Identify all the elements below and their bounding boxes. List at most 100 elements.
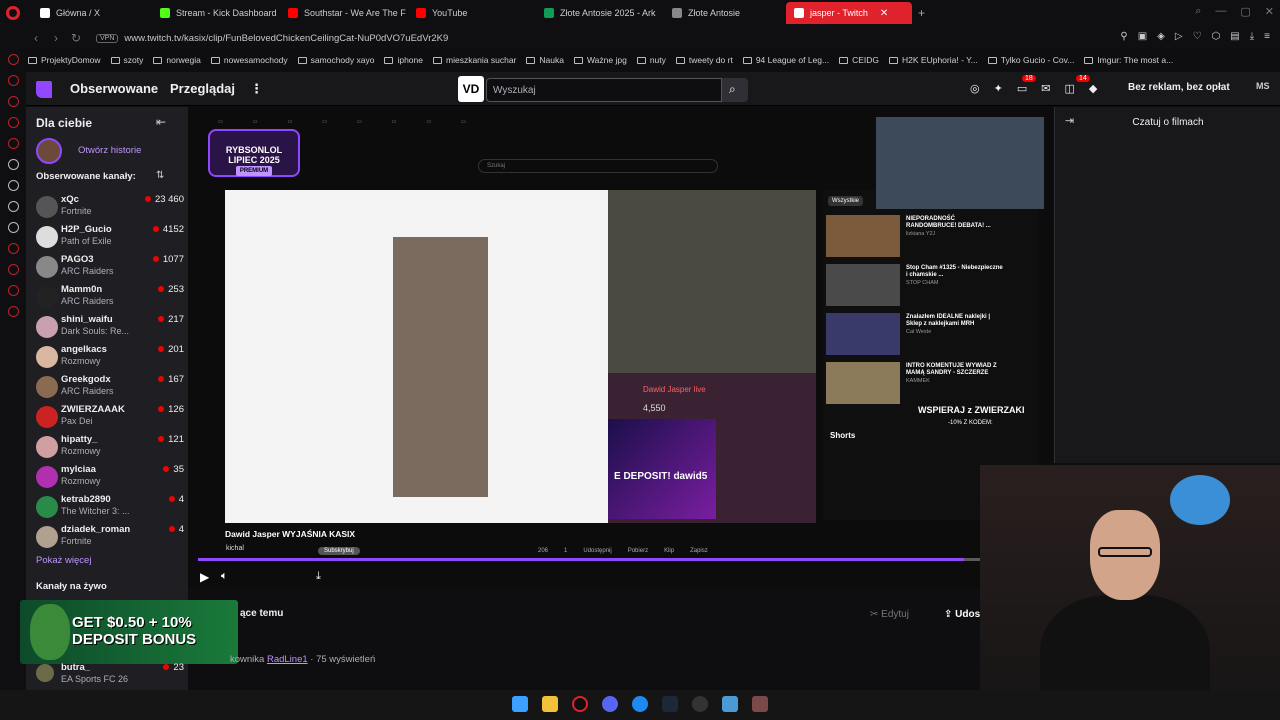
bookmark-item[interactable]: H2K EUphoria! - Y... [889,55,978,65]
twitch-sidebar-icon[interactable] [7,159,19,170]
menu-icon[interactable]: ≡ [1264,31,1270,42]
music-icon[interactable] [7,138,19,149]
profile-avatar[interactable]: MS [1256,81,1270,91]
x-sidebar-icon[interactable] [7,222,19,233]
clock-icon[interactable] [7,285,19,296]
new-tab-icon[interactable]: + [918,6,925,20]
obs-icon[interactable] [692,696,708,712]
vpn-badge[interactable]: VPN [96,33,119,43]
opera-logo-icon[interactable] [6,6,20,20]
bookmark-item[interactable]: Nauka [526,55,564,65]
whisper-icon[interactable]: ◎ [970,82,980,95]
bookmark-item[interactable]: tweety do rt [675,55,733,65]
inbox-icon[interactable]: ▭ [1017,82,1027,95]
bookmark-item[interactable]: mieszkania suchar [433,55,516,65]
discord-icon[interactable] [7,201,19,212]
ad-free-button[interactable]: Bez reklam, bez opłat [1128,82,1230,93]
bookmark-item[interactable]: norwegia [153,55,201,65]
close-window-icon[interactable]: ✕ [1265,5,1274,18]
tab-zlote-antosie-2025[interactable]: Złote Antosie 2025 - Ark [536,2,664,24]
collapse-icon[interactable]: ⇤ [156,115,166,129]
notepad-icon[interactable] [722,696,738,712]
bookmark-item[interactable]: ProjektyDomow [28,55,101,65]
history-icon[interactable] [7,243,19,254]
prime-icon[interactable]: ✦ [994,82,1003,95]
sidebar-channel-item[interactable]: dziadek_roman Fortnite 4 [34,523,184,551]
bookmark-item[interactable]: Tylko Gucio - Cov... [987,55,1074,65]
more-menu-icon[interactable]: ⋮ [250,81,263,97]
bookmark-item[interactable]: 94 League of Leg... [742,55,829,65]
search-input[interactable]: Wyszukaj [486,78,722,102]
sidebar-channel-item[interactable]: PAGO3 ARC Raiders 1077 [34,253,184,281]
tab-zlote-antosie[interactable]: Złote Antosie [664,2,786,24]
youtube-sidebar-icon[interactable] [7,117,19,128]
notifications-icon[interactable]: ◫ [1064,82,1074,95]
live-channel-item[interactable]: butra_ EA Sports FC 26 23 [34,660,186,688]
bookmark-item[interactable]: samochody xayo [297,55,374,65]
browse-link[interactable]: Przeglądaj [170,81,235,96]
reload-icon[interactable]: ↻ [66,31,86,45]
story-avatar[interactable] [36,138,62,164]
following-link[interactable]: Obserwowane [70,81,158,96]
bits-icon[interactable]: ◆ [1089,82,1097,95]
aria-icon[interactable] [7,75,19,86]
share-button[interactable]: ⇪ Udos [944,609,980,620]
sidebar-channel-item[interactable]: shini_waifu Dark Souls: Re... 217 [34,313,184,341]
back-icon[interactable]: ‹ [26,31,46,45]
settings-icon[interactable] [7,306,19,317]
search-button[interactable]: ⌕ [722,78,748,102]
minimize-icon[interactable]: — [1215,5,1226,18]
vpn-icon[interactable]: ◈ [1157,31,1165,42]
bookmark-item[interactable]: Ważne jpg [573,55,627,65]
discord-taskbar-icon[interactable] [602,696,618,712]
steam-icon[interactable] [662,696,678,712]
windows-start-icon[interactable] [512,696,528,712]
play-icon[interactable]: ▶ [200,570,209,584]
messenger-icon[interactable] [7,54,19,65]
tab-x[interactable]: Główna / X [32,2,152,24]
sidebar-channel-item[interactable]: hipatty_ Rozmowy 121 [34,433,184,461]
sidebar-channel-item[interactable]: ZWIERZAAAK Pax Dei 126 [34,403,184,431]
edit-button[interactable]: ✂ Edytuj [870,609,909,620]
show-more-link[interactable]: Pokaż więcej [36,555,91,566]
play-icon[interactable]: ▷ [1175,31,1183,42]
extensions-icon[interactable]: ⬡ [1212,31,1221,42]
video-player[interactable]: ▭ ▭ ▭ ▭ ▭ ▭ ▭ ▭ RYBSONLOL LIPIEC 2025 PREMIUM S… [188,107,1054,589]
bookmark-item[interactable]: iphone [384,55,423,65]
bookmark-item[interactable]: nowesamochody [210,55,288,65]
sidebar-channel-item[interactable]: H2P_Gucio Path of Exile 4152 [34,223,184,251]
bookmark-item[interactable]: nuty [636,55,666,65]
app-icon[interactable] [752,696,768,712]
tab-kick-dashboard[interactable]: Stream - Kick Dashboard [152,2,280,24]
file-explorer-icon[interactable] [542,696,558,712]
clip-progress-bar[interactable] [198,558,980,561]
sidebar-channel-item[interactable]: angelkacs Rozmowy 201 [34,343,184,371]
workspace-icon[interactable] [7,96,19,107]
sidebar-channel-item[interactable]: Greekgodx ARC Raiders 167 [34,373,184,401]
tab-youtube[interactable]: YouTube [408,2,536,24]
tab-jasper-twitch[interactable]: jasper - Twitch ✕ [786,2,912,24]
opera-taskbar-icon[interactable] [572,696,588,712]
clipper-link[interactable]: RadLine1 [267,654,308,665]
bookmark-item[interactable]: CEIDG [839,55,879,65]
wallet-icon[interactable]: ▤ [1230,31,1239,42]
sidebar-channel-item[interactable]: Mamm0n ARC Raiders 253 [34,283,184,311]
download-icon[interactable]: ⤓ [1250,31,1254,42]
sidebar-channel-item[interactable]: ketrab2890 The Witcher 3: ... 4 [34,493,184,521]
volume-icon[interactable]: 🔈︎ [221,570,228,583]
extension-logo[interactable]: VD [458,76,484,102]
mail-icon[interactable]: ✉ [1041,82,1050,95]
bookmarks-icon[interactable] [7,264,19,275]
sort-icon[interactable]: ⇅ [156,170,164,181]
close-icon[interactable]: ✕ [880,8,888,19]
heart-icon[interactable]: ♡ [1193,31,1202,42]
twitch-logo-icon[interactable] [36,81,52,98]
spotify-icon[interactable] [7,180,19,191]
url-field[interactable]: www.twitch.tv/kasix/clip/FunBelovedChick… [124,33,448,44]
forward-icon[interactable]: › [46,31,66,45]
capture-icon[interactable]: ▣ [1138,31,1147,42]
sidebar-channel-item[interactable]: xQc Fortnite 23 460 [34,193,184,221]
bookmark-item[interactable]: szoty [110,55,143,65]
maximize-icon[interactable]: ▢ [1240,5,1250,18]
search-icon[interactable]: ⌕ [1195,5,1201,18]
